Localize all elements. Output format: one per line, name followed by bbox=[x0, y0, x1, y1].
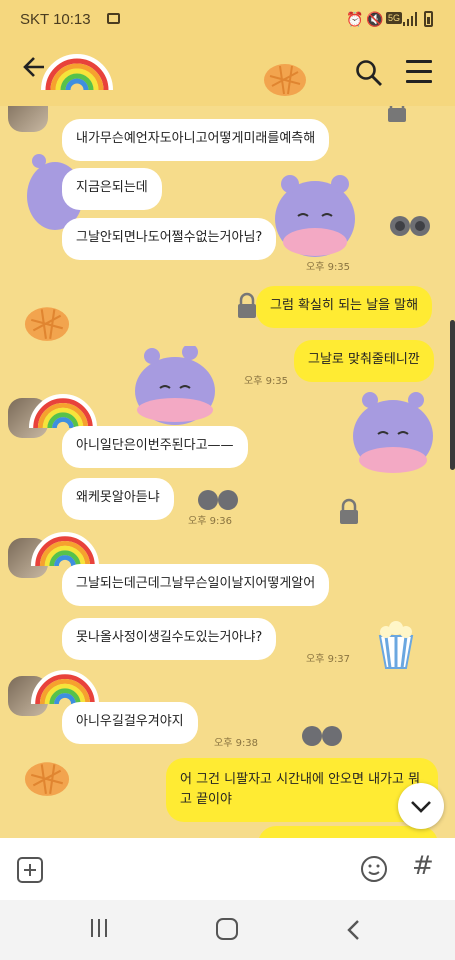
popcorn-icon bbox=[378, 621, 414, 669]
message-time: 오후 9:38 bbox=[214, 738, 259, 749]
system-nav-bar bbox=[0, 900, 455, 960]
message-bubble[interactable]: 내가무슨예언자도아니고어떻게미래를예측해 bbox=[62, 119, 330, 161]
message-bubble[interactable]: 아니우길걸우겨야지 bbox=[62, 702, 198, 744]
message-bubble[interactable]: 왜케못알아듣냐 bbox=[62, 478, 174, 520]
signal-icon bbox=[403, 12, 417, 26]
home-icon[interactable] bbox=[216, 918, 238, 940]
rainbow-sticker-icon bbox=[28, 394, 98, 429]
message-bubble[interactable]: 아니일단은이번주된다고—— bbox=[62, 426, 248, 468]
melon-bread-sticker-icon bbox=[264, 64, 306, 96]
message-time: 오후 9:35 bbox=[306, 262, 351, 273]
padlock-icon bbox=[340, 498, 358, 524]
chat-header bbox=[0, 38, 455, 106]
scroll-to-bottom-button[interactable] bbox=[398, 783, 444, 829]
hippo-character-icon bbox=[275, 175, 355, 257]
hippo-character-icon bbox=[353, 392, 433, 473]
chat-message-list[interactable]: 내가무슨예언자도아니고어떻게미래를예측해 지금은되는데 그날안되면나도어쩔수없는… bbox=[0, 106, 455, 838]
binoculars-icon bbox=[302, 726, 342, 746]
rainbow-sticker-icon bbox=[30, 532, 100, 567]
mute-icon: 🔇 bbox=[366, 11, 384, 27]
rainbow-sticker-icon bbox=[30, 670, 100, 705]
message-time: 오후 9:36 bbox=[188, 516, 233, 527]
message-bubble[interactable]: 그럼 확실히 되는 날을 말해 bbox=[256, 286, 433, 328]
avatar[interactable] bbox=[8, 106, 48, 132]
alarm-icon: ⏰ bbox=[346, 11, 364, 27]
message-bubble[interactable]: 지금은되는데 bbox=[62, 168, 162, 210]
message-time: 오후 9:35 bbox=[244, 376, 289, 387]
message-bubble[interactable]: 그날로 맞춰줄테니깐 bbox=[294, 340, 434, 382]
search-icon[interactable] bbox=[354, 58, 384, 88]
binoculars-icon bbox=[198, 490, 238, 510]
message-time: 오후 9:37 bbox=[306, 654, 351, 665]
melon-bread-sticker-icon bbox=[24, 762, 70, 796]
message-bubble[interactable]: 그날되는데근데그날무슨일이날지어떻게알어 bbox=[62, 564, 330, 606]
melon-bread-sticker-icon bbox=[24, 307, 70, 341]
hamburger-menu-icon[interactable] bbox=[406, 60, 432, 84]
binoculars-icon bbox=[390, 216, 430, 236]
hippo-character-icon bbox=[135, 346, 215, 425]
padlock-icon bbox=[238, 292, 256, 318]
battery-icon bbox=[424, 11, 433, 27]
message-bubble[interactable]: 그날안되면나도어쩔수없는거아님? bbox=[62, 218, 277, 260]
emoji-icon[interactable] bbox=[360, 855, 388, 883]
recent-apps-icon[interactable] bbox=[89, 919, 109, 939]
message-input[interactable] bbox=[58, 850, 348, 890]
network-badge: 5G bbox=[386, 12, 403, 24]
padlock-icon bbox=[388, 106, 406, 122]
message-bubble[interactable]: 못나올사정이생길수도있는거아냐? bbox=[62, 618, 277, 660]
chevron-down-icon bbox=[411, 801, 431, 813]
message-input-bar: # bbox=[0, 838, 455, 900]
hashtag-search-icon[interactable]: # bbox=[412, 851, 434, 881]
rainbow-sticker-icon bbox=[41, 54, 113, 91]
gallery-notification-icon bbox=[107, 13, 120, 24]
carrier-time: SKT 10:13 bbox=[20, 11, 91, 28]
scrollbar[interactable] bbox=[450, 320, 455, 470]
system-back-icon[interactable] bbox=[344, 917, 364, 943]
add-attachment-button[interactable] bbox=[17, 857, 43, 883]
status-bar: SKT 10:13 ⏰ 🔇 5G bbox=[0, 0, 455, 38]
